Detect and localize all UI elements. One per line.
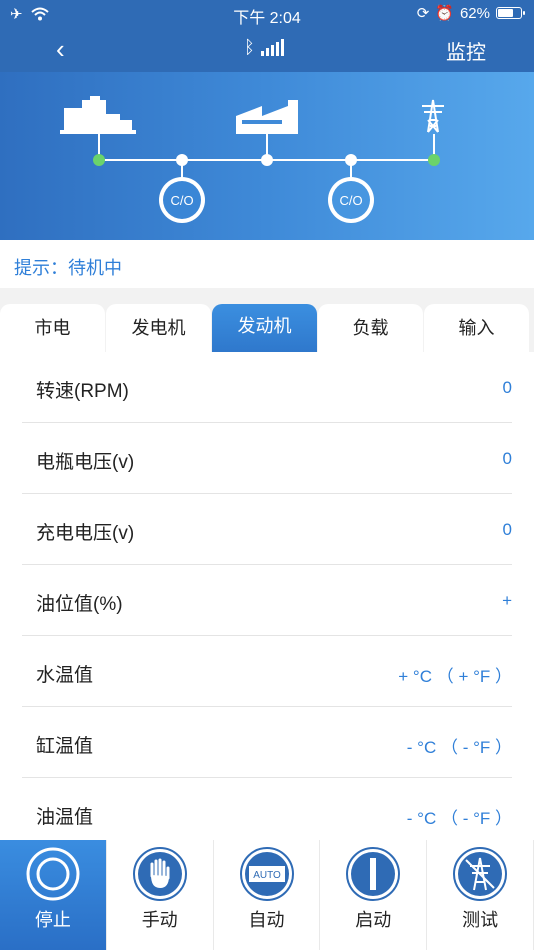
- alarm-icon: ⏰: [435, 5, 454, 22]
- row-label: 油位值(%): [36, 594, 123, 615]
- row-label: 充电电压(v): [36, 523, 135, 544]
- signal-bar: [270, 45, 274, 56]
- nav-bar: ‹ ᛒ 监控: [0, 28, 534, 72]
- control-toolbar: 停止 手动 AUTO 自动 启动 测试: [0, 840, 534, 950]
- bluetooth-icon: ᛒ: [244, 37, 255, 57]
- list-item: 电瓶电压(v) 0: [22, 423, 512, 494]
- breaker-right: C/O: [328, 177, 374, 223]
- row-label: 电瓶电压(v): [36, 452, 135, 473]
- list-item: 油位值(%) +: [22, 565, 512, 636]
- generator-icon: [60, 96, 136, 134]
- row-value: - °C （ - °F ）: [406, 738, 512, 757]
- manual-label: 手动: [141, 910, 178, 930]
- diagram-svg: C/O C/O: [60, 96, 444, 223]
- auto-label: 自动: [248, 910, 285, 930]
- connection-status: ᛒ: [244, 38, 284, 56]
- signal-bar: [275, 42, 279, 56]
- breaker-node: [176, 154, 188, 166]
- list-item: 充电电压(v) 0: [22, 494, 512, 565]
- monitor-button[interactable]: 监控: [446, 36, 486, 65]
- row-value: +: [502, 591, 512, 610]
- test-label: 测试: [462, 910, 499, 930]
- status-right: ⟳ ⏰ 62%: [416, 4, 525, 22]
- generator-node: [93, 154, 105, 166]
- breaker-right-label: C/O: [339, 193, 362, 208]
- battery-icon: [496, 7, 525, 19]
- tower-test-icon: [453, 847, 508, 901]
- tab-input[interactable]: 输入: [424, 304, 529, 352]
- row-value: 0: [502, 378, 512, 397]
- mains-node: [428, 154, 440, 166]
- stop-icon: [26, 847, 80, 901]
- tower-icon: [422, 99, 444, 133]
- list-item: 缸温值 - °C （ - °F ）: [22, 707, 512, 778]
- status-bar: ✈ 下午 2:04 ⟳ ⏰ 62%: [0, 0, 534, 28]
- breaker-left: C/O: [159, 177, 205, 223]
- chevron-left-icon[interactable]: ‹: [56, 36, 65, 62]
- list-item: 油温值 - °C （ - °F ）: [22, 778, 512, 840]
- row-value: 0: [502, 449, 512, 468]
- load-node: [261, 154, 273, 166]
- auto-icon: AUTO: [239, 847, 294, 901]
- breaker-left-label: C/O: [170, 193, 193, 208]
- power-start-icon: [346, 847, 401, 901]
- factory-icon: [236, 100, 298, 134]
- breaker-node: [345, 154, 357, 166]
- tab-mains[interactable]: 市电: [0, 304, 105, 352]
- battery-percent: 62%: [459, 4, 490, 22]
- rotation-lock-icon: ⟳: [416, 5, 430, 22]
- row-value: + °C （ + °F ）: [398, 667, 512, 686]
- row-label: 缸温值: [36, 736, 94, 757]
- start-button[interactable]: 启动: [320, 840, 427, 950]
- manual-button[interactable]: 手动: [106, 840, 213, 950]
- row-label: 水温值: [36, 665, 94, 686]
- auto-button[interactable]: AUTO 自动: [213, 840, 320, 950]
- signal-bar: [265, 48, 269, 56]
- row-value: - °C （ - °F ）: [406, 809, 512, 828]
- signal-bar: [260, 51, 264, 56]
- signal-bar: [280, 39, 284, 56]
- tab-engine[interactable]: 发动机: [212, 304, 317, 352]
- status-hint: 提示：待机中: [0, 240, 534, 288]
- row-label: 油温值: [36, 807, 94, 828]
- tab-generator[interactable]: 发电机: [106, 304, 211, 352]
- tab-bar: 市电 发电机 发动机 负载 输入: [0, 304, 534, 352]
- stop-label: 停止: [34, 910, 71, 930]
- row-label: 转速(RPM): [36, 381, 129, 402]
- list-item: 转速(RPM) 0: [22, 352, 512, 423]
- engine-data-list: 转速(RPM) 0 电瓶电压(v) 0 充电电压(v) 0 油位值(%) + 水…: [0, 352, 534, 840]
- stop-button[interactable]: 停止: [0, 840, 106, 950]
- row-value: 0: [502, 520, 512, 539]
- system-diagram: C/O C/O: [0, 72, 534, 240]
- hand-icon: [132, 847, 187, 901]
- tab-load[interactable]: 负载: [318, 304, 423, 352]
- start-label: 启动: [355, 910, 392, 930]
- list-item: 水温值 + °C （ + °F ）: [22, 636, 512, 707]
- test-button[interactable]: 测试: [427, 840, 533, 950]
- auto-badge: AUTO: [253, 870, 281, 881]
